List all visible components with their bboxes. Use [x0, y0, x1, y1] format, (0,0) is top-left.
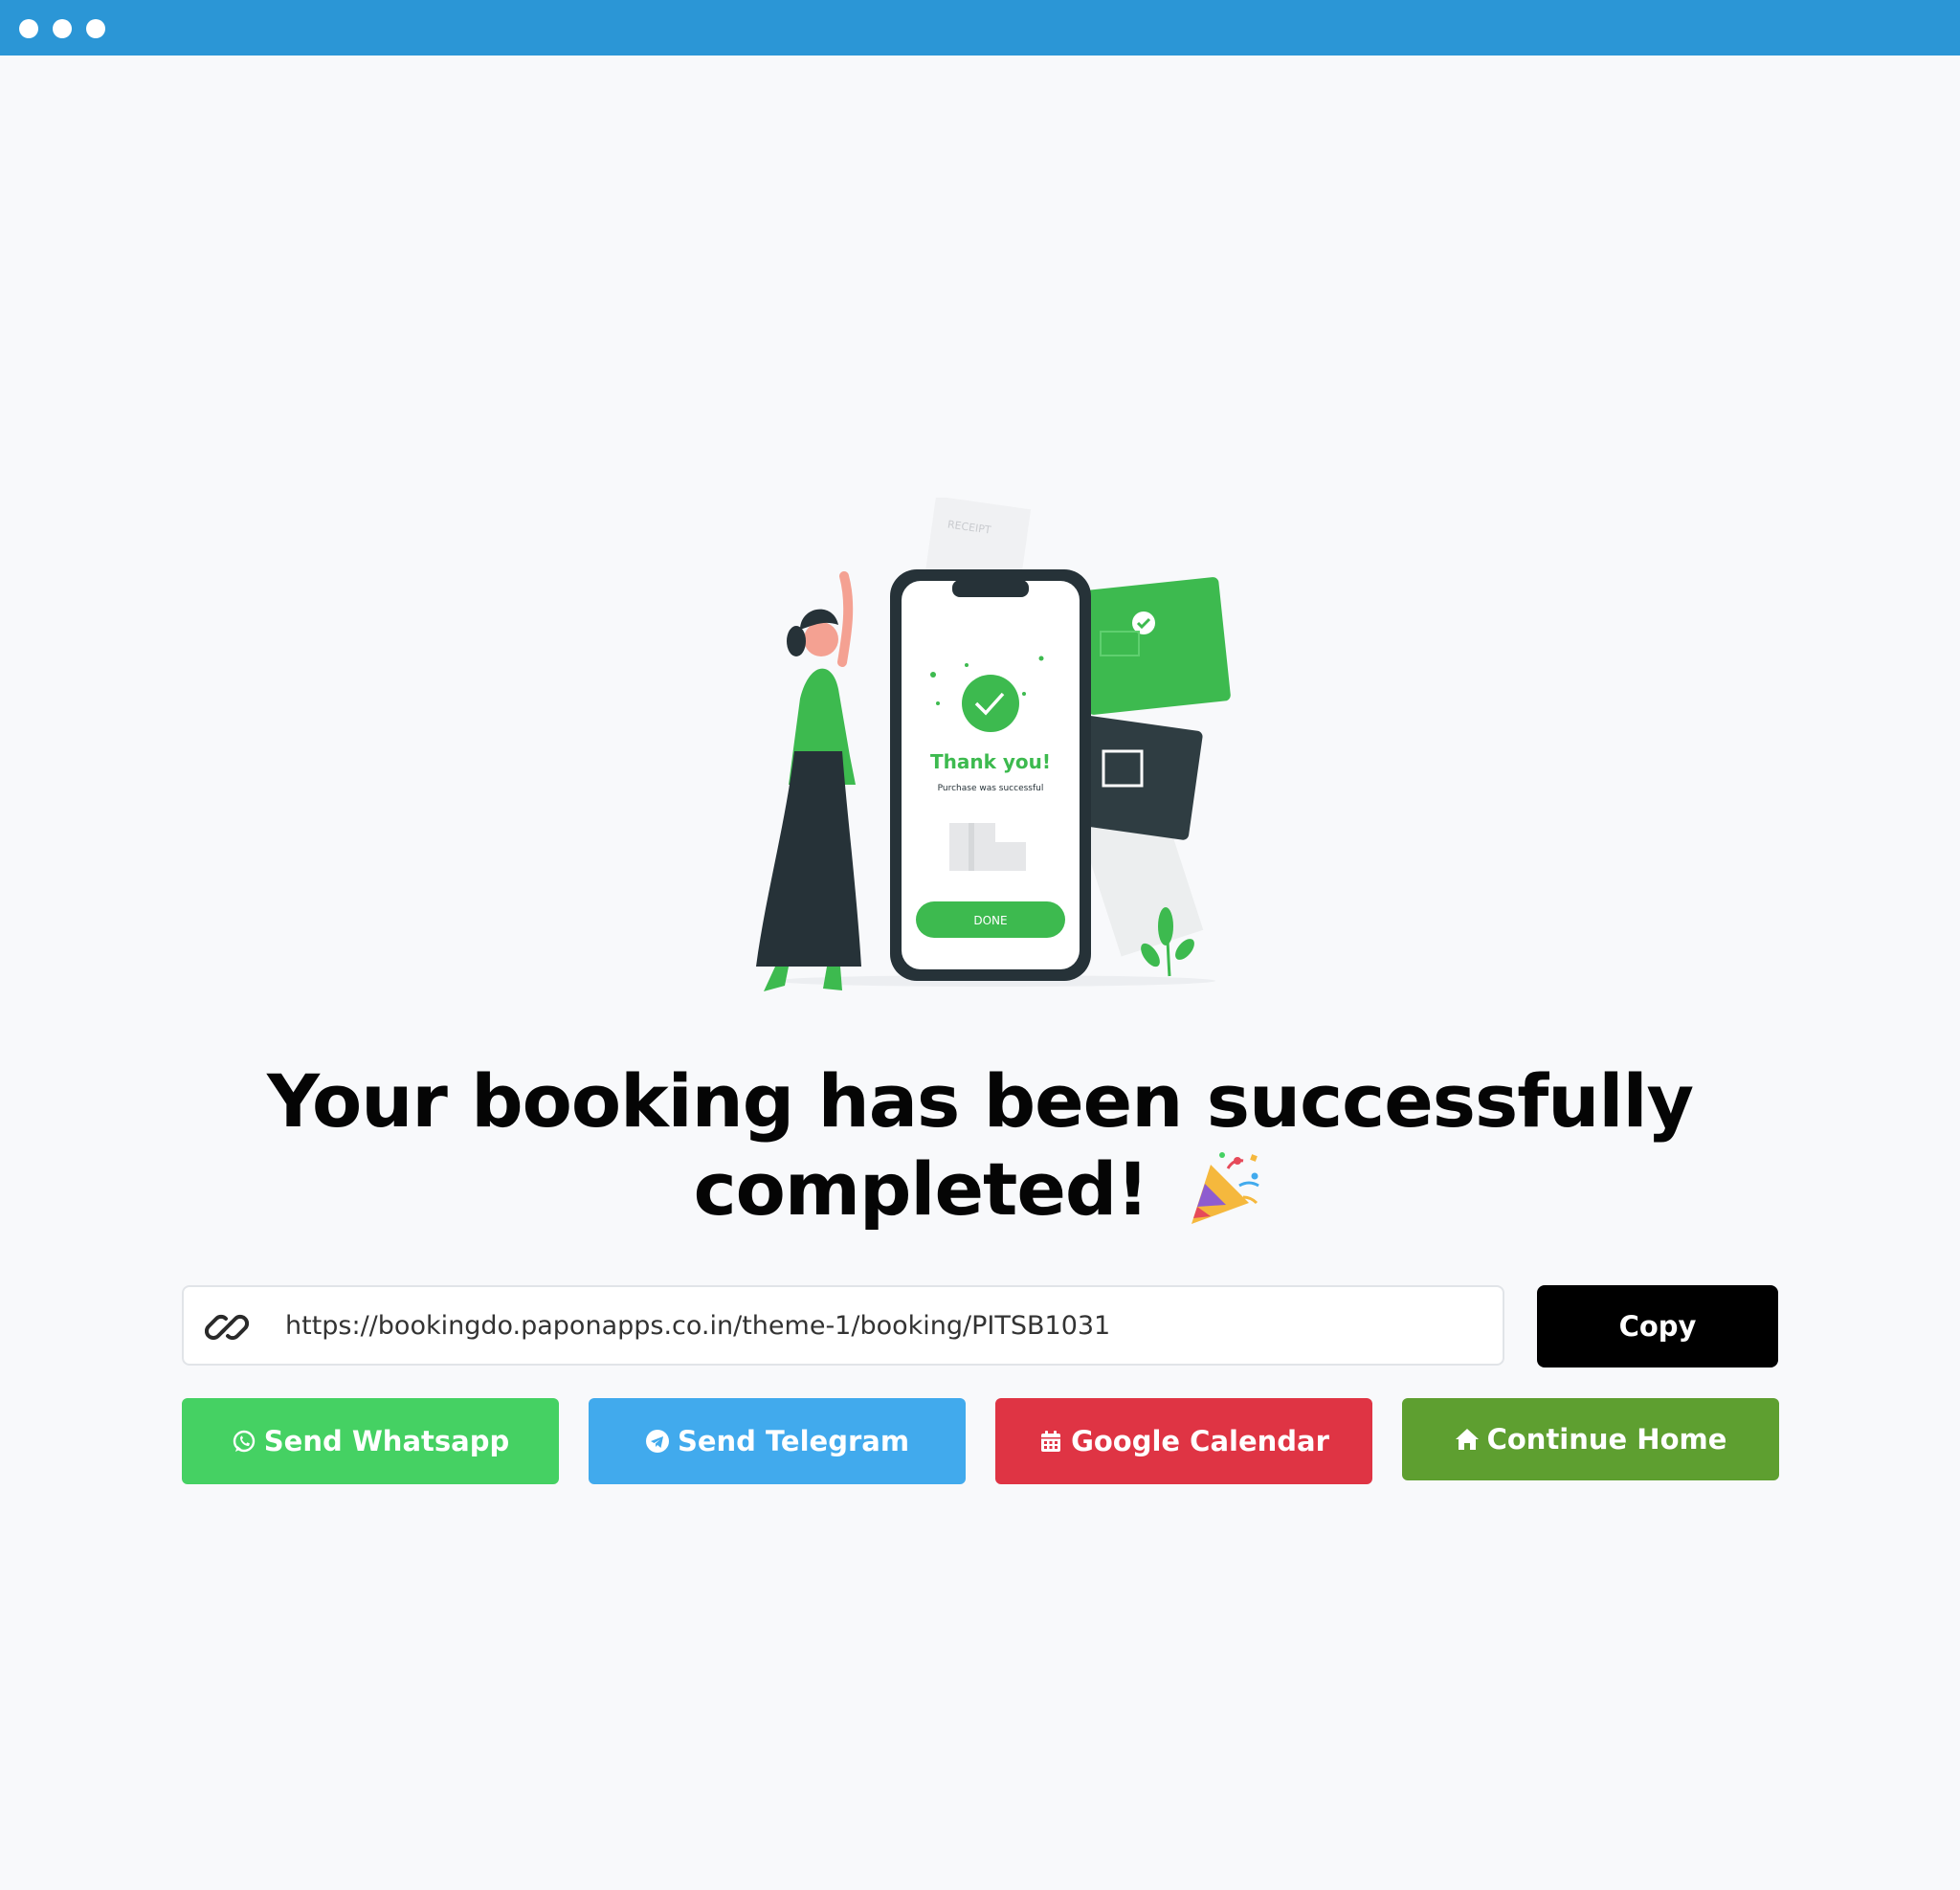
- headline-line-1: Your booking has been successfully: [266, 1058, 1694, 1144]
- send-telegram-label: Send Telegram: [677, 1425, 910, 1457]
- home-icon: [1455, 1429, 1479, 1450]
- window-titlebar: [0, 0, 1960, 56]
- link-icon: [205, 1314, 249, 1341]
- continue-home-button[interactable]: Continue Home: [1402, 1398, 1779, 1480]
- send-whatsapp-label: Send Whatsapp: [263, 1425, 510, 1457]
- window-dot[interactable]: [86, 19, 105, 38]
- continue-home-label: Continue Home: [1486, 1423, 1727, 1456]
- window-dot[interactable]: [19, 19, 38, 38]
- booking-success-illustration: RECEIPT Thank you! Purchase was successf…: [756, 498, 1231, 991]
- headline-line-2-wrapper: completed!: [191, 1145, 1769, 1235]
- google-calendar-label: Google Calendar: [1071, 1425, 1329, 1457]
- headline-line-2: completed!: [693, 1146, 1149, 1232]
- copy-button[interactable]: Copy: [1537, 1285, 1778, 1367]
- copy-button-label: Copy: [1618, 1310, 1697, 1343]
- google-calendar-button[interactable]: Google Calendar: [995, 1398, 1372, 1484]
- booking-link-input[interactable]: [285, 1287, 1481, 1364]
- send-telegram-button[interactable]: Send Telegram: [589, 1398, 966, 1484]
- success-headline: Your booking has been successfully compl…: [191, 1057, 1769, 1235]
- send-whatsapp-button[interactable]: Send Whatsapp: [182, 1398, 559, 1484]
- telegram-icon: [645, 1430, 669, 1453]
- whatsapp-icon: [233, 1430, 255, 1453]
- phone-subtitle: Purchase was successful: [938, 784, 1044, 793]
- calendar-icon: [1041, 1431, 1061, 1452]
- phone-title: Thank you!: [930, 750, 1051, 773]
- window-dot[interactable]: [53, 19, 72, 38]
- phone-done-label: DONE: [973, 914, 1007, 927]
- booking-link-field: [182, 1285, 1504, 1366]
- party-popper-icon: [1192, 1152, 1260, 1224]
